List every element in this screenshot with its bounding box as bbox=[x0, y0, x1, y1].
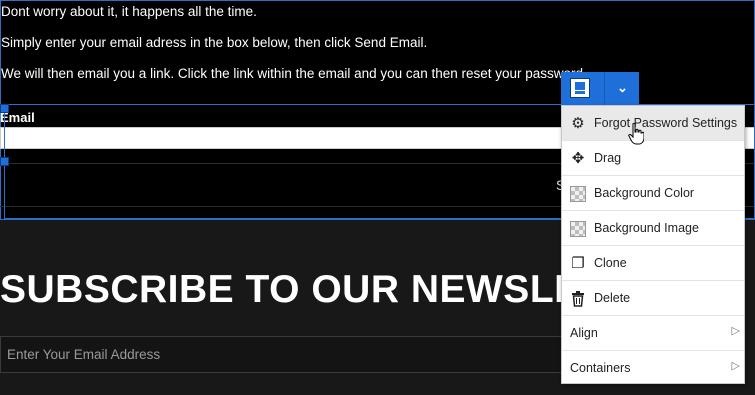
menu-item-drag[interactable]: ✥ Drag bbox=[562, 141, 744, 176]
menu-item-background-image[interactable]: Background Image bbox=[562, 211, 744, 246]
move-icon: ✥ bbox=[571, 150, 585, 167]
menu-item-label: Clone bbox=[594, 256, 627, 270]
menu-item-label: Containers bbox=[570, 361, 631, 375]
resize-handle-top-left[interactable] bbox=[0, 104, 9, 113]
clone-icon: ❐ bbox=[571, 255, 585, 272]
newsletter-title: SUBSCRIBE TO OUR NEWSLE bbox=[0, 268, 581, 311]
chevron-down-icon: ⌄ bbox=[617, 80, 628, 95]
newsletter-email-input[interactable]: Enter Your Email Address bbox=[0, 336, 580, 373]
gear-icon: ⚙ bbox=[571, 115, 585, 132]
submenu-arrow-icon: ▷ bbox=[731, 360, 740, 372]
hand-cursor-icon bbox=[628, 123, 644, 145]
instruction-line-1: Dont worry about it, it happens all the … bbox=[1, 4, 257, 19]
resize-handle-left[interactable] bbox=[0, 157, 9, 166]
instruction-line-3: We will then email you a link. Click the… bbox=[1, 66, 587, 81]
menu-item-label: Align bbox=[570, 326, 598, 340]
menu-item-label: Delete bbox=[594, 291, 631, 305]
menu-item-label: Forgot Password Settings bbox=[594, 116, 738, 130]
menu-item-background-color[interactable]: Background Color bbox=[562, 176, 744, 211]
submenu-arrow-icon: ▷ bbox=[731, 325, 740, 337]
checker-icon bbox=[570, 221, 586, 237]
toolbar-dropdown-button[interactable]: ⌄ bbox=[604, 72, 639, 105]
trash-icon bbox=[570, 291, 586, 307]
element-toolbar: ⌄ bbox=[561, 72, 639, 105]
element-type-button[interactable] bbox=[561, 72, 604, 105]
menu-item-delete[interactable]: Delete bbox=[562, 281, 744, 316]
menu-item-forgot-password-settings[interactable]: ⚙ Forgot Password Settings bbox=[562, 106, 744, 141]
menu-item-label: Background Image bbox=[594, 221, 699, 235]
context-menu: ⚙ Forgot Password Settings ✥ Drag Backgr… bbox=[561, 105, 745, 384]
menu-item-label: Background Color bbox=[594, 186, 695, 200]
menu-item-clone[interactable]: ❐ Clone bbox=[562, 246, 744, 281]
instruction-line-2: Simply enter your email adress in the bo… bbox=[1, 35, 428, 50]
menu-item-label: Drag bbox=[594, 151, 622, 165]
menu-item-align[interactable]: Align ▷ bbox=[562, 316, 744, 351]
checker-icon bbox=[570, 186, 586, 202]
form-element-icon bbox=[570, 78, 590, 98]
menu-item-containers[interactable]: Containers ▷ bbox=[562, 351, 744, 386]
